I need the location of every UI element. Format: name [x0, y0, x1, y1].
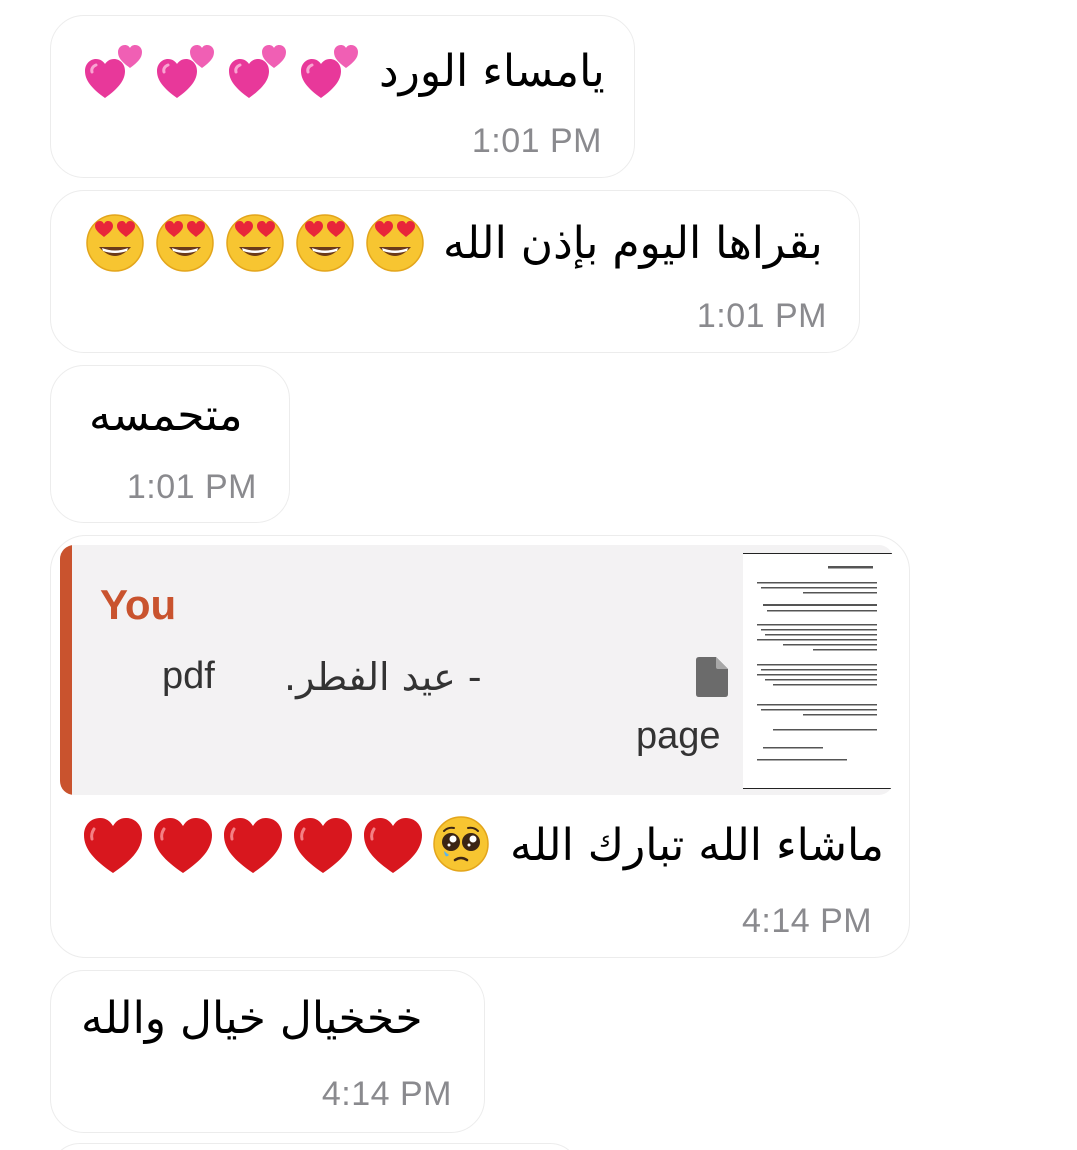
- message-timestamp: 1:01 PM: [696, 297, 827, 335]
- red-heart-icon: [84, 818, 142, 873]
- two-hearts-icon: [229, 45, 286, 98]
- message-bubble[interactable]: بقراها اليوم بإذن الله 1:01 PM: [50, 190, 860, 353]
- message-bubble[interactable]: متحمسه 1:01 PM: [50, 365, 290, 523]
- reply-preview[interactable]: You pdf - عيد الفطر. page: [60, 545, 893, 795]
- heart-eyes-icon: [226, 214, 284, 272]
- emoji-group: [85, 213, 425, 273]
- message-text: يامساء الورد: [379, 45, 605, 97]
- two-hearts-icon: [157, 45, 214, 98]
- message-text: بقراها اليوم بإذن الله: [443, 217, 823, 269]
- emoji-group: [83, 40, 361, 102]
- file-extension: pdf: [162, 655, 215, 697]
- message-content: ماشاء الله تبارك الله: [82, 815, 884, 875]
- red-heart-icon: [154, 818, 212, 873]
- message-bubble[interactable]: [50, 1143, 580, 1150]
- heart-eyes-icon: [296, 214, 354, 272]
- message-text: متحمسه: [89, 390, 243, 441]
- two-hearts-icon: [301, 45, 358, 98]
- message-timestamp: 4:14 PM: [321, 1075, 452, 1113]
- heart-eyes-icon: [86, 214, 144, 272]
- file-page-count: page: [636, 715, 721, 757]
- emoji-group: [82, 815, 490, 875]
- document-icon: [696, 657, 728, 697]
- message-content: متحمسه: [89, 390, 243, 441]
- red-heart-icon: [364, 818, 422, 873]
- document-preview-lines: [757, 566, 877, 761]
- message-timestamp: 1:01 PM: [126, 468, 257, 506]
- red-heart-icon: [224, 818, 282, 873]
- message-content: يامساء الورد: [83, 40, 605, 102]
- heart-eyes-icon: [156, 214, 214, 272]
- message-text: خخخيال خيال والله: [81, 993, 423, 1044]
- chat-thread: يامساء الورد 1:01 PM بقراها اليوم بإذن ا…: [0, 0, 1077, 1150]
- message-timestamp: 1:01 PM: [471, 122, 602, 160]
- pleading-face-icon: [433, 816, 489, 872]
- reply-author: You: [100, 581, 177, 628]
- message-bubble[interactable]: يامساء الورد 1:01 PM: [50, 15, 635, 178]
- file-name: - عيد الفطر.: [284, 655, 482, 699]
- message-content: بقراها اليوم بإذن الله: [85, 213, 823, 273]
- message-content: خخخيال خيال والله: [81, 993, 423, 1044]
- message-bubble[interactable]: خخخيال خيال والله 4:14 PM: [50, 970, 485, 1133]
- two-hearts-icon: [85, 45, 142, 98]
- document-thumbnail: [743, 553, 893, 789]
- message-text: ماشاء الله تبارك الله: [510, 819, 884, 871]
- reply-accent-bar: [60, 545, 72, 795]
- message-timestamp: 4:14 PM: [742, 902, 873, 940]
- heart-eyes-icon: [366, 214, 424, 272]
- reply-file-info: pdf - عيد الفطر.: [162, 655, 732, 705]
- red-heart-icon: [294, 818, 352, 873]
